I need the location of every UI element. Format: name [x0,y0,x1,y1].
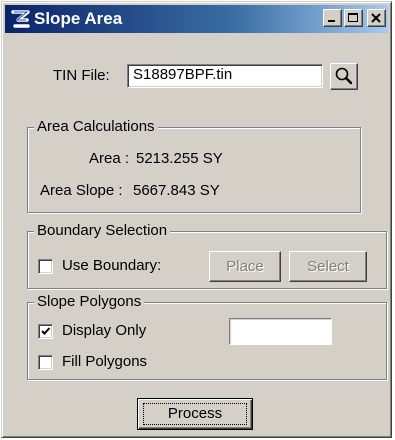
maximize-button[interactable] [344,9,363,27]
area-calculations-title: Area Calculations [34,118,158,136]
close-icon [371,13,381,23]
maximize-icon [348,13,358,22]
tin-file-label: TIN File: [53,67,110,84]
boundary-selection-title: Boundary Selection [34,222,171,240]
polygon-color-swatch[interactable] [229,318,332,345]
slope-area-dialog: Slope Area TIN File: S18897BPF.tin Area [1,1,392,438]
browse-tin-button[interactable] [330,63,358,90]
area-value: 5213.255 SY [136,150,223,167]
select-button-label: Select [307,258,349,275]
tin-file-field[interactable]: S18897BPF.tin [127,64,323,88]
close-button[interactable] [367,9,386,27]
area-slope-value: 5667.843 SY [133,182,220,199]
minimize-button[interactable] [323,9,342,27]
process-button[interactable]: Process [137,398,253,430]
area-slope-label: Area Slope : [40,182,123,199]
select-button[interactable]: Select [289,251,367,282]
checkmark-icon [41,327,51,335]
use-boundary-checkbox[interactable] [38,259,53,274]
title-bar[interactable]: Slope Area [5,5,388,33]
app-logo-icon [11,10,30,28]
display-only-checkbox[interactable] [38,324,53,339]
magnifier-icon [335,67,353,85]
fill-polygons-label[interactable]: Fill Polygons [62,353,147,371]
place-button-label: Place [226,258,264,275]
place-button[interactable]: Place [209,251,281,282]
window-title: Slope Area [34,9,123,28]
slope-polygons-title: Slope Polygons [34,293,145,311]
minimize-icon [328,20,335,22]
fill-polygons-checkbox[interactable] [38,355,53,370]
process-button-label: Process [167,405,223,422]
area-calculations-group: Area Calculations [27,118,361,213]
area-label: Area : [89,150,130,167]
use-boundary-label[interactable]: Use Boundary: [62,257,161,275]
display-only-label[interactable]: Display Only [62,322,146,340]
